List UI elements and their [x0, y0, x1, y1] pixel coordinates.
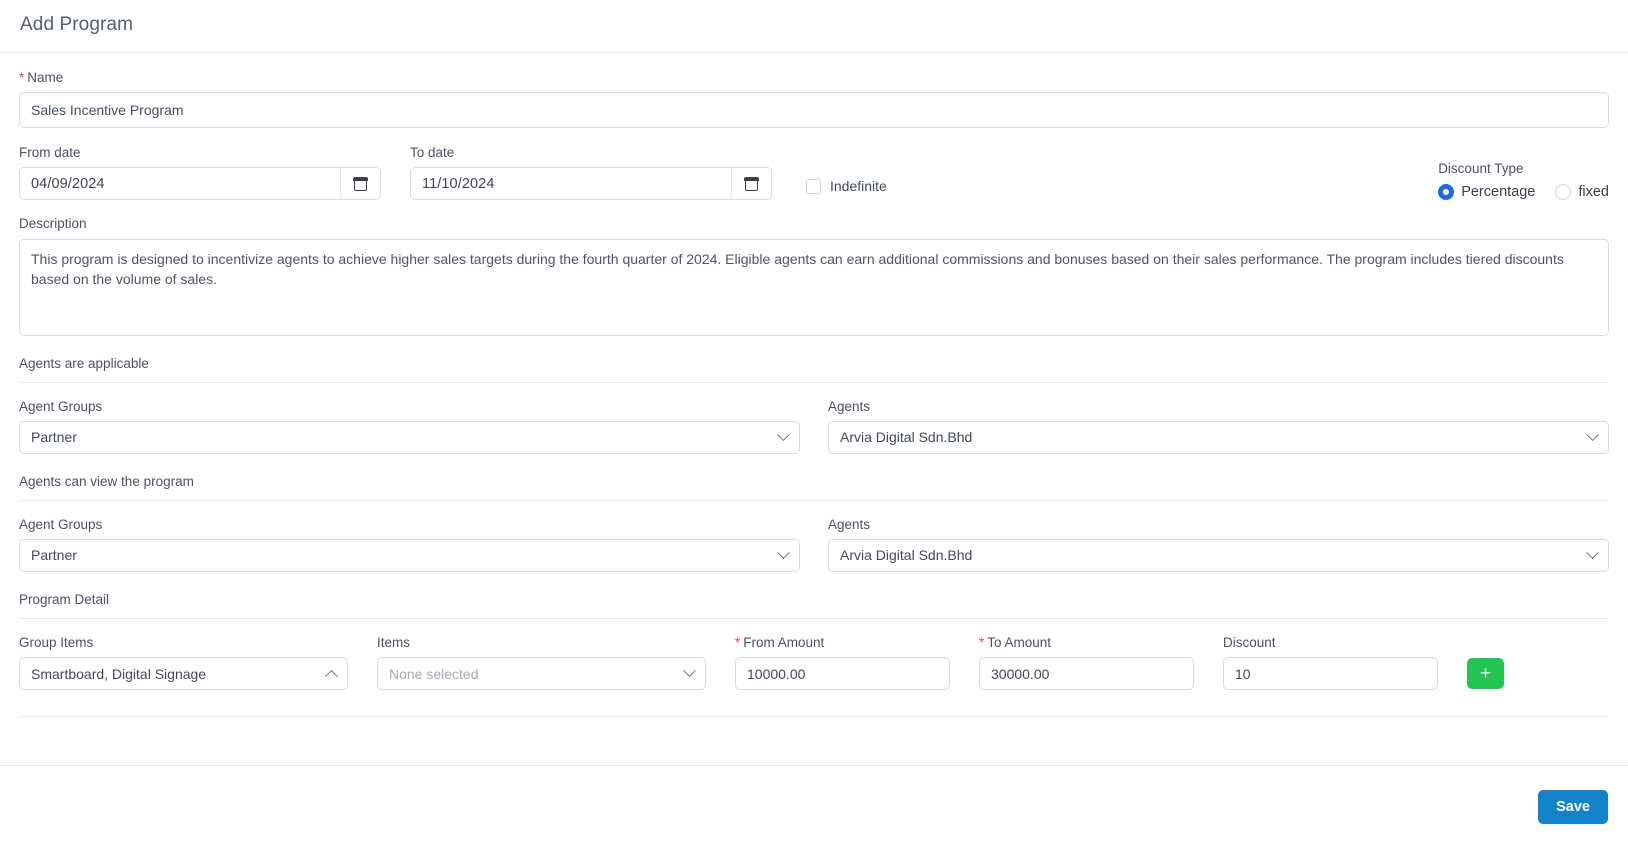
from-amount-label: * From Amount [735, 635, 950, 651]
applicable-agents-select[interactable]: Arvia Digital Sdn.Bhd [828, 420, 1609, 454]
discount-input[interactable] [1223, 657, 1438, 691]
program-detail-row: Group Items Smartboard, Digital Signage … [19, 634, 1609, 691]
indefinite-checkbox-group[interactable]: Indefinite [806, 178, 887, 200]
radio-fixed-label: fixed [1578, 184, 1609, 201]
required-indicator: * [979, 634, 985, 650]
program-detail-caption: Program Detail [19, 591, 110, 607]
section-divider [19, 617, 1609, 619]
chevron-down-icon [1586, 546, 1599, 559]
from-date-picker-button[interactable] [340, 168, 380, 200]
to-amount-label-text: To Amount [987, 634, 1052, 650]
view-agents-value: Arvia Digital Sdn.Bhd [840, 547, 973, 564]
description-textarea[interactable] [19, 238, 1609, 336]
name-input[interactable] [19, 92, 1609, 129]
radio-percentage[interactable]: Percentage [1438, 184, 1536, 201]
indefinite-checkbox[interactable] [806, 178, 821, 194]
from-date-label: From date [19, 145, 81, 161]
applicable-agent-groups-value: Partner [31, 429, 77, 446]
chevron-up-icon [325, 670, 338, 683]
form-footer: Save [0, 765, 1628, 847]
discount-label: Discount [1223, 634, 1276, 650]
page-title: Add Program [20, 14, 134, 35]
items-label: Items [377, 634, 411, 650]
name-label-text: Name [27, 70, 64, 85]
add-row-group: + [1467, 658, 1504, 690]
group-items-value: Smartboard, Digital Signage [31, 665, 207, 682]
to-date-value: 11/10/2024 [422, 175, 495, 192]
section-divider [19, 381, 1609, 383]
radio-fixed-control[interactable] [1555, 184, 1572, 201]
items-select[interactable]: None selected [377, 657, 706, 691]
page-header: Add Program [0, 0, 1628, 53]
view-agents-label: Agents [828, 516, 871, 532]
to-amount-input[interactable] [979, 657, 1194, 691]
name-field-group: * Name [19, 70, 1609, 129]
from-amount-input[interactable] [735, 657, 950, 691]
description-label: Description [19, 216, 87, 232]
group-items-label: Group Items [19, 634, 94, 650]
to-amount-group: * To Amount [979, 635, 1194, 691]
required-indicator: * [735, 634, 741, 650]
view-selects-row: Agent Groups Partner Agents Arvia Digita… [19, 517, 1609, 572]
applicable-agent-groups-select[interactable]: Partner [19, 420, 800, 454]
form-body: *Name From date 04/09/2024 To date 11/10… [0, 70, 1628, 718]
description-group: Description [19, 216, 1609, 336]
discount-type-label: Discount Type [1438, 161, 1524, 177]
view-agent-groups-group: Agent Groups Partner [19, 517, 800, 572]
discount-type-group: Discount Type Percentage fixed [1438, 161, 1609, 201]
chevron-down-icon [683, 664, 696, 678]
required-indicator: * [19, 70, 25, 85]
group-items-select[interactable]: Smartboard, Digital Signage [19, 657, 348, 691]
to-amount-label: * To Amount [979, 635, 1194, 651]
calendar-icon [353, 176, 368, 192]
dates-row: From date 04/09/2024 To date 11/10/2024 [19, 145, 1609, 201]
section-divider [19, 499, 1609, 501]
save-button[interactable]: Save [1538, 789, 1608, 824]
radio-fixed[interactable]: fixed [1555, 184, 1609, 201]
discount-type-options: Percentage fixed [1438, 184, 1609, 201]
to-date-picker-button[interactable] [731, 168, 771, 200]
calendar-icon [744, 176, 759, 192]
view-agents-select[interactable]: Arvia Digital Sdn.Bhd [828, 538, 1609, 572]
radio-percentage-label: Percentage [1461, 184, 1536, 201]
applicable-agents-label: Agents [828, 398, 871, 414]
group-items-group: Group Items Smartboard, Digital Signage [19, 634, 348, 691]
to-date-label: To date [410, 145, 455, 161]
view-agents-group: Agents Arvia Digital Sdn.Bhd [828, 517, 1609, 572]
from-date-value: 04/09/2024 [31, 175, 105, 192]
name-label: * Name [19, 70, 1609, 86]
applicable-agent-groups-group: Agent Groups Partner [19, 399, 800, 454]
items-value: None selected [389, 665, 479, 682]
view-agent-groups-select[interactable]: Partner [19, 538, 800, 572]
applicable-agents-group: Agents Arvia Digital Sdn.Bhd [828, 399, 1609, 454]
from-date-input[interactable]: 04/09/2024 [19, 167, 381, 201]
from-date-group: From date 04/09/2024 [19, 145, 381, 201]
view-agent-groups-value: Partner [31, 547, 77, 564]
chevron-down-icon [777, 546, 790, 559]
chevron-down-icon [1586, 428, 1599, 441]
applicable-selects-row: Agent Groups Partner Agents Arvia Digita… [19, 399, 1609, 454]
chevron-down-icon [777, 428, 790, 441]
applicable-agents-value: Arvia Digital Sdn.Bhd [840, 429, 973, 446]
discount-group: Discount [1223, 634, 1438, 691]
applicable-agent-groups-label: Agent Groups [19, 398, 103, 414]
to-date-group: To date 11/10/2024 [410, 145, 772, 201]
to-date-input[interactable]: 11/10/2024 [410, 167, 772, 201]
from-amount-label-text: From Amount [743, 634, 825, 650]
add-program-page: Add Program *Name From date 04/09/2024 T… [0, 0, 1628, 847]
indefinite-label: Indefinite [830, 178, 887, 195]
radio-percentage-control[interactable] [1438, 184, 1455, 201]
add-program-detail-button[interactable]: + [1467, 658, 1504, 690]
bottom-divider [19, 716, 1609, 718]
items-group: Items None selected [377, 634, 706, 691]
view-agent-groups-label: Agent Groups [19, 516, 103, 532]
applicable-section-caption: Agents are applicable [19, 355, 149, 371]
from-amount-group: * From Amount [735, 635, 950, 691]
view-section-caption: Agents can view the program [19, 473, 194, 489]
